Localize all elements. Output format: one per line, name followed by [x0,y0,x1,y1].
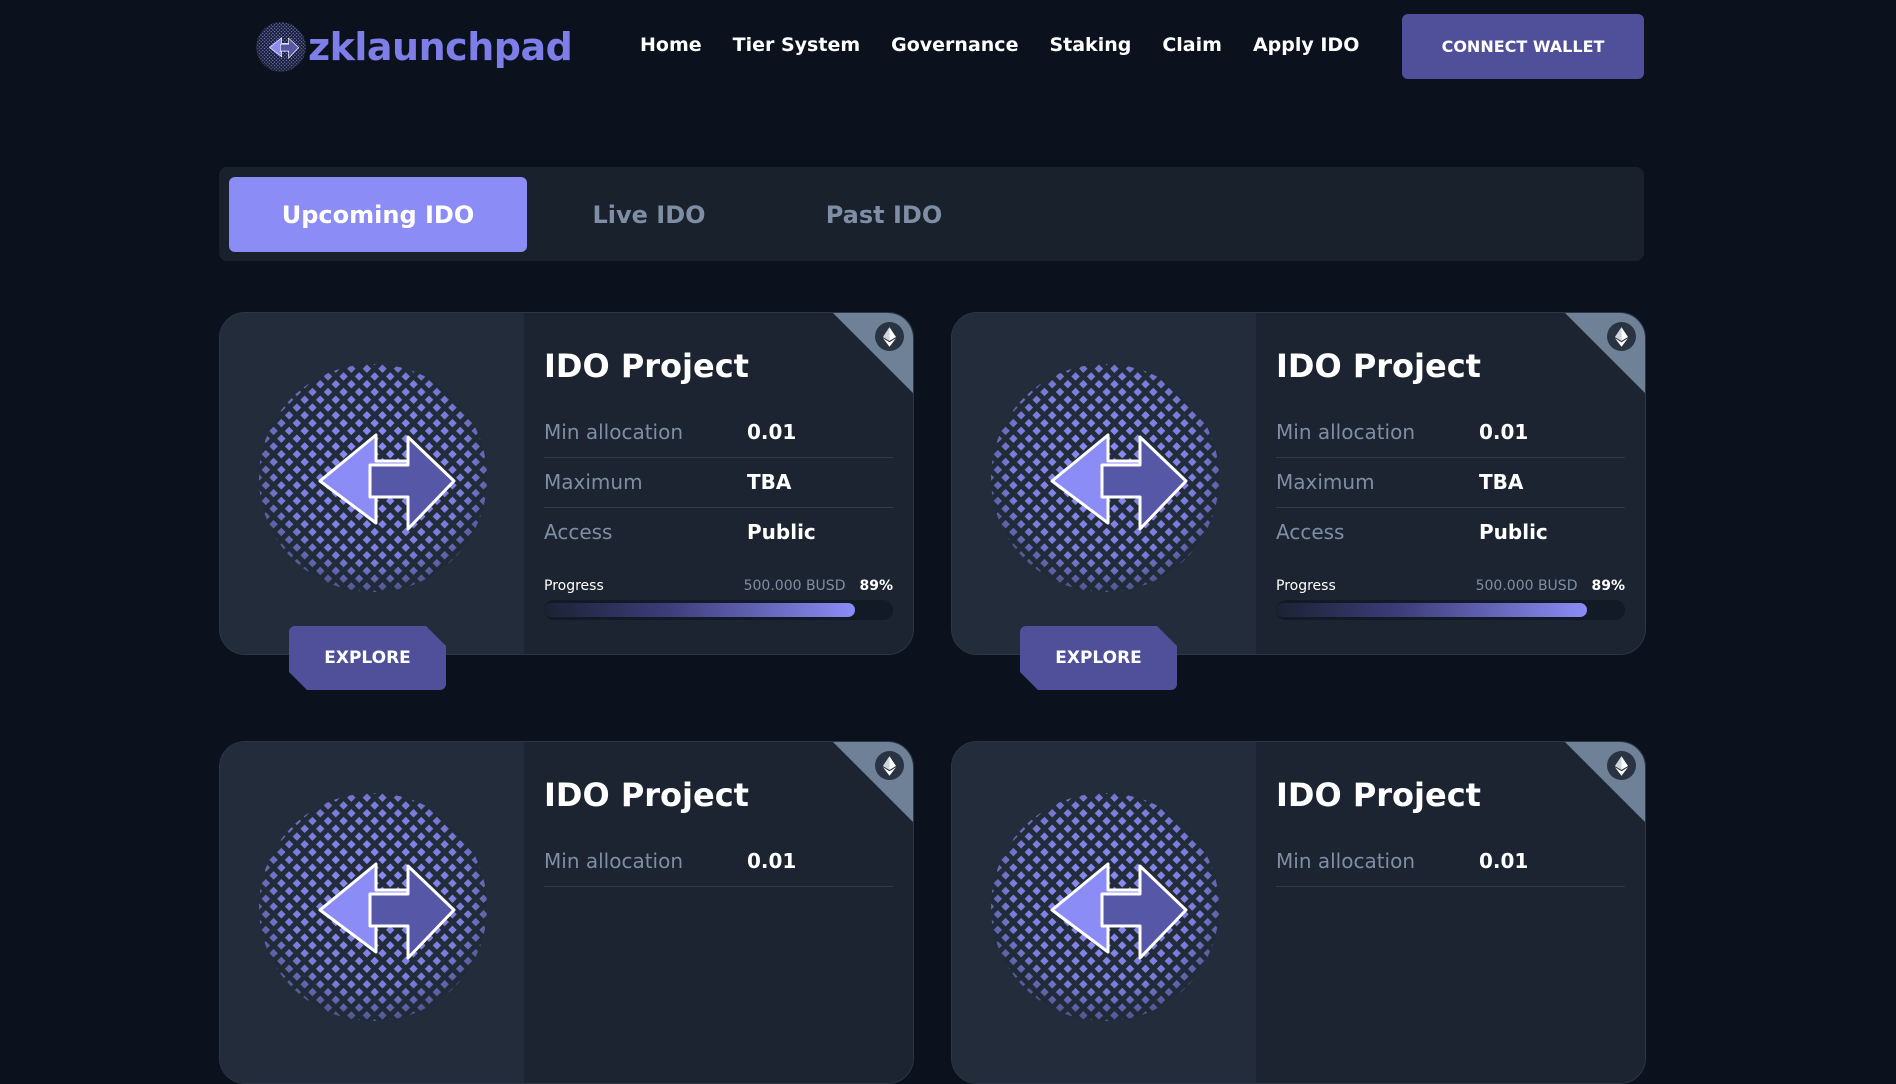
ido-card: IDO Project Min allocation 0.01 [951,741,1646,1084]
tab-upcoming-ido[interactable]: Upcoming IDO [229,177,527,252]
maximum-row: Maximum TBA [544,457,893,508]
progress-fill [544,603,855,617]
progress-bar [544,600,893,620]
logo-icon [256,22,306,72]
row-value: Public [1479,520,1548,544]
ido-card: IDO Project Min allocation 0.01 Maximum … [951,312,1646,655]
progress-bar [1276,600,1625,620]
ethereum-icon [1607,322,1636,351]
ido-card: IDO Project Min allocation 0.01 [219,741,914,1084]
card-info: IDO Project Min allocation 0.01 [524,742,913,1083]
progress-info: Progress 500.000 BUSD 89% [1276,578,1625,594]
progress-amount: 500.000 BUSD [743,578,846,594]
progress-info: Progress 500.000 BUSD 89% [544,578,893,594]
row-value: 0.01 [747,420,797,444]
row-value: 0.01 [1479,849,1529,873]
network-badge [1565,313,1645,393]
connect-wallet-button[interactable]: CONNECT WALLET [1402,14,1644,79]
project-image [952,742,1256,1083]
progress-label: Progress [1276,578,1336,594]
ido-card: IDO Project Min allocation 0.01 Maximum … [219,312,914,655]
progress-amount: 500.000 BUSD [1475,578,1578,594]
project-image [220,742,524,1083]
explore-button[interactable]: EXPLORE [1020,626,1177,690]
access-row: Access Public [1276,507,1625,557]
row-label: Min allocation [544,849,684,873]
row-value: 0.01 [747,849,797,873]
row-value: TBA [747,470,792,494]
tab-live-ido[interactable]: Live IDO [564,177,734,252]
network-badge [833,742,913,822]
maximum-row: Maximum TBA [1276,457,1625,508]
network-badge [833,313,913,393]
min-allocation-row: Min allocation 0.01 [544,407,893,458]
progress-label: Progress [544,578,604,594]
card-info: IDO Project Min allocation 0.01 Maximum … [1256,313,1645,654]
nav-apply-ido[interactable]: Apply IDO [1253,34,1359,56]
progress-percent: 89% [1591,578,1625,594]
logo[interactable]: zklaunchpad [256,22,573,72]
project-logo-icon [990,363,1220,593]
ethereum-icon [875,322,904,351]
card-info: IDO Project Min allocation 0.01 [1256,742,1645,1083]
ido-tabs: Upcoming IDO Live IDO Past IDO [219,167,1644,261]
row-label: Access [1276,520,1345,544]
network-badge [1565,742,1645,822]
ethereum-icon [1607,751,1636,780]
card-info: IDO Project Min allocation 0.01 Maximum … [524,313,913,654]
project-logo-icon [258,363,488,593]
min-allocation-row: Min allocation 0.01 [1276,407,1625,458]
project-title: IDO Project [544,347,749,385]
explore-button[interactable]: EXPLORE [289,626,446,690]
ethereum-icon [875,751,904,780]
row-label: Min allocation [1276,849,1416,873]
project-title: IDO Project [1276,776,1481,814]
row-label: Maximum [1276,470,1375,494]
row-label: Min allocation [544,420,684,444]
nav-home[interactable]: Home [640,34,702,56]
logo-text: zklaunchpad [308,25,573,69]
row-label: Min allocation [1276,420,1416,444]
main-nav: Home Tier System Governance Staking Clai… [640,34,1390,56]
progress-fill [1276,603,1587,617]
project-title: IDO Project [1276,347,1481,385]
nav-staking[interactable]: Staking [1049,34,1131,56]
project-image [220,313,524,654]
access-row: Access Public [544,507,893,557]
tab-past-ido[interactable]: Past IDO [799,177,969,252]
row-value: 0.01 [1479,420,1529,444]
row-label: Maximum [544,470,643,494]
nav-tier-system[interactable]: Tier System [733,34,861,56]
project-logo-icon [990,792,1220,1022]
row-value: TBA [1479,470,1524,494]
nav-claim[interactable]: Claim [1162,34,1222,56]
row-label: Access [544,520,613,544]
project-image [952,313,1256,654]
row-value: Public [747,520,816,544]
project-title: IDO Project [544,776,749,814]
progress-percent: 89% [859,578,893,594]
nav-governance[interactable]: Governance [891,34,1018,56]
project-logo-icon [258,792,488,1022]
